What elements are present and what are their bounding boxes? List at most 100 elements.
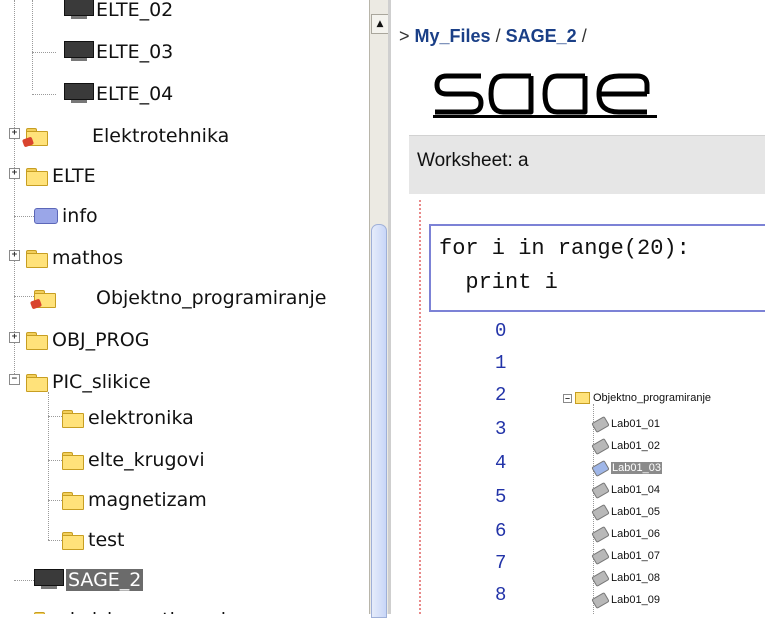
expand-toggle[interactable]: + xyxy=(9,332,20,343)
tree-item-label: Objektno_programiranje xyxy=(96,287,327,309)
output-line: 0 xyxy=(495,320,507,342)
tree-item-label: info xyxy=(62,205,98,227)
breadcrumb-link-sage-2[interactable]: SAGE_2 xyxy=(506,26,577,46)
collapse-toggle[interactable]: − xyxy=(9,374,20,385)
open-folder-icon xyxy=(26,373,48,392)
collapse-toggle[interactable]: − xyxy=(563,394,572,403)
tree-connector xyxy=(14,580,34,581)
tree-item-label: test xyxy=(88,529,125,551)
file-icon xyxy=(591,459,610,477)
mini-tree-item[interactable]: Lab01_07 xyxy=(591,547,660,565)
code-line: print i xyxy=(439,270,558,295)
mini-tree-item[interactable]: Lab01_08 xyxy=(591,569,660,587)
tree-item-elektronika[interactable]: elektronika xyxy=(62,398,194,438)
tree-item-pic-slikice[interactable]: PIC_slikice xyxy=(26,362,151,402)
tree-item-label: OBJ_PROG xyxy=(52,329,150,351)
scroll-thumb[interactable] xyxy=(371,224,387,618)
mini-tree-item[interactable]: Lab01_06 xyxy=(591,525,660,543)
tree-item-label: ELTE_04 xyxy=(96,83,174,105)
special-folder-icon xyxy=(21,127,48,147)
tree-item-elte-03[interactable]: ELTE_03 xyxy=(64,32,173,72)
monitor-icon xyxy=(64,0,94,21)
sage-logo[interactable] xyxy=(433,68,657,118)
tree-item-sage-2[interactable]: SAGE_2 xyxy=(34,560,144,600)
output-line: 7 xyxy=(495,552,507,574)
tree-item-elte-02[interactable]: ELTE_02 xyxy=(64,0,173,30)
folder-icon xyxy=(26,167,48,186)
worksheet-title[interactable]: Worksheet: a xyxy=(417,150,529,172)
mini-tree-label: Lab01_04 xyxy=(611,484,660,496)
tree-item-objektno-programiranje[interactable]: Objektno_programiranje xyxy=(29,278,327,318)
tree-item-elte-krugovi[interactable]: elte_krugovi xyxy=(62,440,205,480)
folder-icon xyxy=(62,531,84,550)
mini-tree-item[interactable]: Lab01_05 xyxy=(591,503,660,521)
tree-connector xyxy=(48,500,62,501)
file-icon xyxy=(591,437,610,455)
tree-item-elektrotehnika[interactable]: Elektrotehnika xyxy=(21,116,229,156)
tree-connector xyxy=(14,296,34,297)
breadcrumb-prefix: > xyxy=(399,26,410,46)
expand-toggle[interactable]: + xyxy=(9,250,20,261)
tree-item-test[interactable]: test xyxy=(62,520,125,560)
code-line: for i in range(20): xyxy=(439,236,690,261)
tree-item-label: ELTE_03 xyxy=(96,41,174,63)
mini-tree-label: Lab01_08 xyxy=(611,572,660,584)
mini-tree-label: Lab01_02 xyxy=(611,440,660,452)
mini-tree-item[interactable]: Lab01_01 xyxy=(591,415,660,433)
file-icon xyxy=(591,415,610,433)
tree-item-label: SAGE_2 xyxy=(66,569,144,591)
tree-item-partial[interactable]: skolsko_natjecanje xyxy=(34,600,238,614)
folder-icon xyxy=(62,409,84,428)
output-line: 5 xyxy=(495,486,507,508)
output-line: 8 xyxy=(495,584,507,606)
tree-connector xyxy=(32,0,33,90)
tree-connector xyxy=(32,94,56,95)
mini-tree-item[interactable]: Lab01_02 xyxy=(591,437,660,455)
tree-item-label: skolsko_natjecanje xyxy=(60,609,238,614)
special-folder-icon xyxy=(29,289,56,309)
breadcrumb-link-my-files[interactable]: My_Files xyxy=(415,26,491,46)
tree-item-magnetizam[interactable]: magnetizam xyxy=(62,480,207,520)
file-tree: ELTE_02 ELTE_03 ELTE_04 + Elektrotehnika… xyxy=(0,0,369,614)
file-icon xyxy=(591,591,610,609)
monitor-icon xyxy=(64,83,94,105)
cell-margin-line xyxy=(419,200,421,614)
info-icon xyxy=(34,208,58,224)
folder-icon xyxy=(62,451,84,470)
tree-item-label: PIC_slikice xyxy=(52,371,151,393)
mini-tree-item[interactable]: Lab01_03 xyxy=(591,459,662,477)
tree-item-elte-04[interactable]: ELTE_04 xyxy=(64,74,173,114)
tree-connector xyxy=(48,460,62,461)
breadcrumb: > My_Files / SAGE_2 / xyxy=(399,26,587,47)
tree-connector xyxy=(48,392,49,540)
expand-toggle[interactable]: + xyxy=(9,128,20,139)
breadcrumb-separator: / xyxy=(581,26,587,46)
mini-tree-item[interactable]: Lab01_09 xyxy=(591,591,660,609)
tree-item-info[interactable]: info xyxy=(34,196,98,236)
output-line: 3 xyxy=(495,418,507,440)
tree-item-label: mathos xyxy=(52,247,124,269)
tree-connector xyxy=(14,216,34,217)
mini-tree-item[interactable]: Lab01_04 xyxy=(591,481,660,499)
worksheet-pane: > My_Files / SAGE_2 / Worksheet: a for i… xyxy=(391,0,765,614)
folder-icon xyxy=(62,491,84,510)
expand-toggle[interactable]: + xyxy=(9,168,20,179)
tree-scrollbar[interactable]: ▲ xyxy=(369,0,389,618)
tree-connector xyxy=(48,416,62,417)
mini-tree-label: Lab01_06 xyxy=(611,528,660,540)
mini-tree-label: Lab01_05 xyxy=(611,506,660,518)
tree-item-label: elte_krugovi xyxy=(88,449,205,471)
monitor-icon xyxy=(34,569,64,591)
tree-item-mathos[interactable]: mathos xyxy=(26,238,123,278)
tree-item-obj-prog[interactable]: OBJ_PROG xyxy=(26,320,149,360)
tree-item-elte[interactable]: ELTE xyxy=(26,156,96,196)
file-icon xyxy=(591,569,610,587)
file-icon xyxy=(591,525,610,543)
scroll-up-button[interactable]: ▲ xyxy=(371,14,389,34)
tree-item-label: elektronika xyxy=(88,407,194,429)
tree-connector xyxy=(32,52,56,53)
mini-tree-root[interactable]: Objektno_programiranje xyxy=(575,390,711,406)
folder-icon xyxy=(575,392,590,404)
mini-tree-label: Lab01_09 xyxy=(611,594,660,606)
monitor-icon xyxy=(64,41,94,63)
